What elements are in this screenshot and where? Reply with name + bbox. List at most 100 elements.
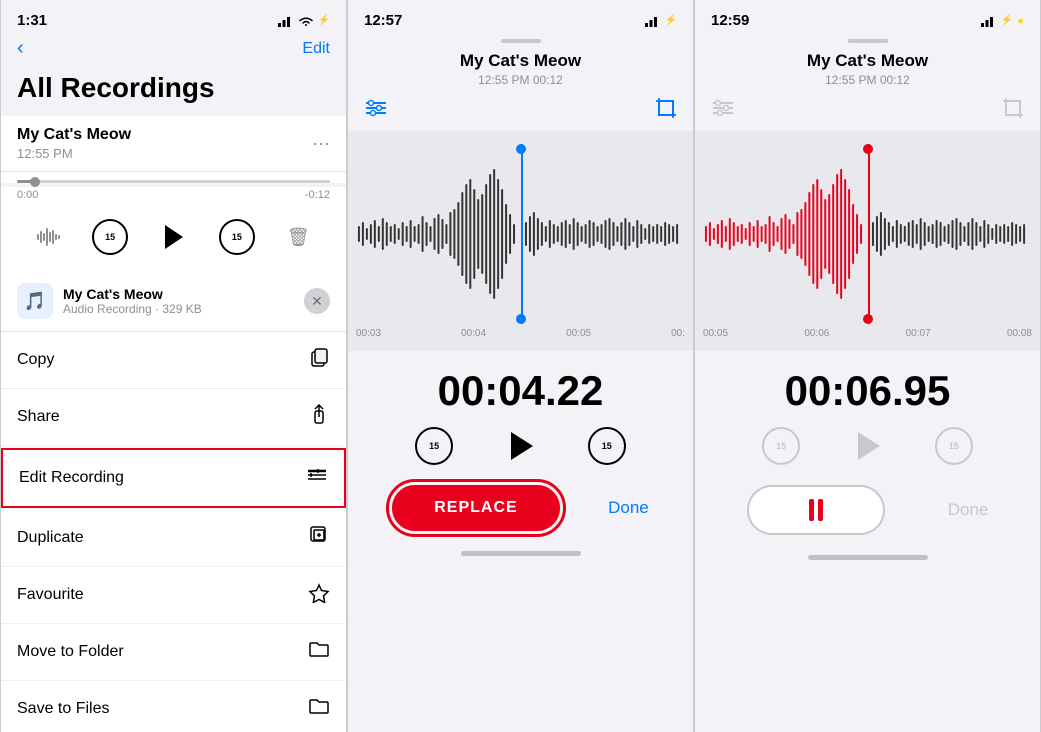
status-time-2: 12:57: [364, 12, 402, 29]
replace-button-2[interactable]: REPLACE: [392, 485, 559, 531]
menu-item-save-label: Save to Files: [17, 700, 109, 718]
bolt-icon-1: ⚡: [318, 15, 330, 26]
menu-item-share-label: Share: [17, 408, 60, 426]
time-mark-1-3: 00:05: [703, 328, 728, 339]
menu-close-button-1[interactable]: ✕: [304, 288, 330, 314]
play-button-1[interactable]: [151, 215, 195, 259]
crop-button-3[interactable]: [1002, 97, 1024, 125]
time-ruler-3: 00:05 00:06 00:07 00:08: [695, 324, 1040, 339]
playback-controls-2: 15 15: [348, 423, 693, 477]
menu-item-save-icon: [308, 695, 330, 723]
rewind-btn-2[interactable]: 15: [415, 427, 453, 465]
time-mark-1-2: 00:03: [356, 328, 381, 339]
recording-item-1: My Cat's Meow 12:55 PM ···: [1, 116, 346, 172]
status-bar-3: 12:59 ⚡ ●: [695, 0, 1040, 33]
drag-handle-2: [348, 33, 693, 45]
recorder-subtitle-2: 12:55 PM 00:12: [364, 73, 677, 87]
forward-btn-3[interactable]: 15: [935, 427, 973, 465]
menu-item-move-icon: [308, 638, 330, 666]
menu-item-copy[interactable]: Copy: [1, 332, 346, 389]
recorder-toolbar-3: [695, 91, 1040, 131]
forward-btn-2[interactable]: 15: [588, 427, 626, 465]
drag-bar-2: [501, 39, 541, 43]
playback-controls-3: 15 15: [695, 423, 1040, 477]
time-mark-4-2: 00:: [671, 328, 685, 339]
delete-button-1[interactable]: 🗑: [278, 217, 318, 257]
status-icons-1: ⚡: [278, 15, 330, 27]
bottom-action-row-2: REPLACE Done: [348, 477, 693, 543]
menu-item-edit[interactable]: Edit Recording: [1, 448, 346, 508]
edit-button-1[interactable]: Edit: [302, 40, 330, 58]
rewind-button-1[interactable]: 15: [92, 219, 128, 255]
context-menu-1: 🎵 My Cat's Meow Audio Recording · 329 KB…: [1, 271, 346, 732]
menu-file-size-1: Audio Recording · 329 KB: [63, 302, 294, 316]
signal-icon-2: [645, 15, 661, 27]
filter-button-3[interactable]: [711, 99, 735, 123]
playhead-top-3: [863, 144, 873, 154]
nav-bar-1: ‹ Edit: [1, 33, 346, 68]
timestamp-display-2: 00:04.22: [348, 351, 693, 423]
recording-name-1: My Cat's Meow: [17, 126, 131, 144]
time-mark-2-3: 00:06: [804, 328, 829, 339]
progress-container-1: [1, 172, 346, 183]
more-button-1[interactable]: ···: [312, 133, 330, 154]
drag-bar-3: [848, 39, 888, 43]
pause-bar-left-3: [809, 499, 814, 521]
status-bar-1: 1:31 ⚡: [1, 0, 346, 33]
play-triangle-3: [858, 432, 880, 460]
play-btn-2[interactable]: [507, 432, 533, 460]
menu-item-favourite-icon: [308, 581, 330, 609]
home-indicator-3: [808, 555, 928, 560]
menu-item-share[interactable]: Share: [1, 389, 346, 446]
progress-dot-1: [30, 177, 40, 187]
done-button-2[interactable]: Done: [608, 498, 649, 518]
time-mark-4-3: 00:08: [1007, 328, 1032, 339]
menu-item-favourite[interactable]: Favourite: [1, 567, 346, 624]
filter-button-2[interactable]: [364, 99, 388, 123]
menu-item-copy-label: Copy: [17, 351, 54, 369]
waveform-area-2: 00:03 00:04 00:05 00:: [348, 131, 693, 351]
recorder-subtitle-3: 12:55 PM 00:12: [711, 73, 1024, 87]
recorder-toolbar-2: [348, 91, 693, 131]
waveform-area-3: 00:05 00:06 00:07 00:08: [695, 131, 1040, 351]
time-labels-1: 0:00 -0:12: [1, 187, 346, 207]
waveform-icon-1: [37, 228, 61, 246]
menu-item-duplicate-label: Duplicate: [17, 529, 84, 547]
menu-item-share-icon: [308, 403, 330, 431]
menu-items-list-1: Copy Share Edit Recording: [1, 332, 346, 732]
forward-button-1[interactable]: 15: [219, 219, 255, 255]
playhead-bottom-3: [863, 314, 873, 324]
menu-item-move[interactable]: Move to Folder: [1, 624, 346, 681]
pause-button-3[interactable]: [747, 485, 885, 535]
phone-2: 12:57 ⚡ My Cat's Meow 12:55 PM 00:12: [347, 0, 694, 732]
status-bar-2: 12:57 ⚡: [348, 0, 693, 33]
menu-header-1: 🎵 My Cat's Meow Audio Recording · 329 KB…: [1, 271, 346, 332]
bolt-icon-3: ⚡: [1001, 15, 1013, 26]
status-icons-2: ⚡: [645, 15, 677, 27]
back-button-1[interactable]: ‹: [17, 37, 24, 60]
menu-file-info-1: My Cat's Meow Audio Recording · 329 KB: [63, 286, 294, 316]
status-time-1: 1:31: [17, 12, 47, 29]
menu-item-save[interactable]: Save to Files: [1, 681, 346, 732]
player-controls-1: 15 15 🗑: [1, 207, 346, 271]
play-triangle-2: [511, 432, 533, 460]
playhead-line-3: [868, 144, 870, 324]
phone-3: 12:59 ⚡ ● My Cat's Meow 12:55 PM 00:12: [694, 0, 1041, 732]
recorder-title-3: My Cat's Meow: [711, 51, 1024, 71]
menu-item-duplicate[interactable]: Duplicate: [1, 510, 346, 567]
timestamp-display-3: 00:06.95: [695, 351, 1040, 423]
progress-track-1[interactable]: [17, 180, 330, 183]
recorder-title-2: My Cat's Meow: [364, 51, 677, 71]
menu-item-move-label: Move to Folder: [17, 643, 124, 661]
crop-button-2[interactable]: [655, 97, 677, 125]
done-button-3[interactable]: Done: [948, 500, 989, 520]
rewind-btn-3[interactable]: 15: [762, 427, 800, 465]
play-btn-3[interactable]: [854, 432, 880, 460]
menu-item-duplicate-icon: [308, 524, 330, 552]
recording-time-1: 12:55 PM: [17, 146, 131, 161]
menu-item-edit-label: Edit Recording: [19, 469, 124, 487]
pause-bar-right-3: [818, 499, 823, 521]
menu-item-edit-icon: [306, 464, 328, 492]
signal-icon-3: [981, 15, 997, 27]
waveform-button-1[interactable]: [29, 217, 69, 257]
